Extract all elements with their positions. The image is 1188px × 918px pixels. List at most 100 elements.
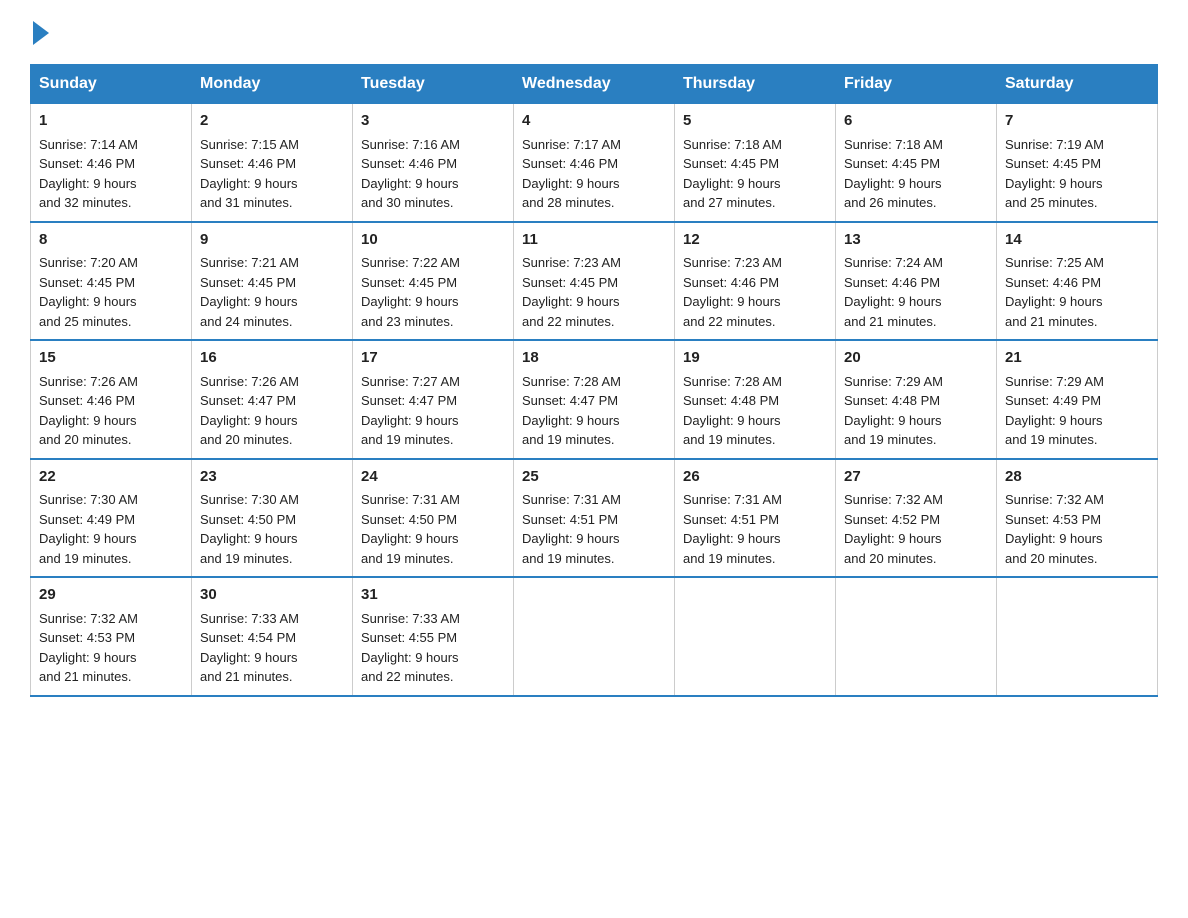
header-sunday: Sunday (31, 65, 192, 104)
day-info: Sunrise: 7:32 AMSunset: 4:52 PMDaylight:… (844, 492, 943, 566)
day-number: 16 (200, 347, 344, 370)
day-number: 31 (361, 584, 505, 607)
day-number: 29 (39, 584, 183, 607)
day-info: Sunrise: 7:22 AMSunset: 4:45 PMDaylight:… (361, 255, 460, 329)
calendar-week-row: 22 Sunrise: 7:30 AMSunset: 4:49 PMDayligh… (31, 459, 1158, 578)
day-info: Sunrise: 7:30 AMSunset: 4:49 PMDaylight:… (39, 492, 138, 566)
day-info: Sunrise: 7:25 AMSunset: 4:46 PMDaylight:… (1005, 255, 1104, 329)
day-number: 20 (844, 347, 988, 370)
day-info: Sunrise: 7:29 AMSunset: 4:49 PMDaylight:… (1005, 374, 1104, 448)
day-info: Sunrise: 7:17 AMSunset: 4:46 PMDaylight:… (522, 137, 621, 211)
day-info: Sunrise: 7:31 AMSunset: 4:50 PMDaylight:… (361, 492, 460, 566)
day-number: 28 (1005, 466, 1149, 489)
day-number: 23 (200, 466, 344, 489)
day-info: Sunrise: 7:16 AMSunset: 4:46 PMDaylight:… (361, 137, 460, 211)
day-info: Sunrise: 7:21 AMSunset: 4:45 PMDaylight:… (200, 255, 299, 329)
day-number: 25 (522, 466, 666, 489)
day-number: 10 (361, 229, 505, 252)
day-info: Sunrise: 7:29 AMSunset: 4:48 PMDaylight:… (844, 374, 943, 448)
day-number: 13 (844, 229, 988, 252)
day-number: 7 (1005, 110, 1149, 133)
calendar-week-row: 8 Sunrise: 7:20 AMSunset: 4:45 PMDaylight… (31, 222, 1158, 341)
day-number: 18 (522, 347, 666, 370)
day-number: 12 (683, 229, 827, 252)
calendar-cell: 14 Sunrise: 7:25 AMSunset: 4:46 PMDayligh… (997, 222, 1158, 341)
day-info: Sunrise: 7:33 AMSunset: 4:54 PMDaylight:… (200, 611, 299, 685)
day-number: 27 (844, 466, 988, 489)
calendar-cell: 20 Sunrise: 7:29 AMSunset: 4:48 PMDayligh… (836, 340, 997, 459)
calendar-cell: 5 Sunrise: 7:18 AMSunset: 4:45 PMDaylight… (675, 104, 836, 222)
header-friday: Friday (836, 65, 997, 104)
day-info: Sunrise: 7:20 AMSunset: 4:45 PMDaylight:… (39, 255, 138, 329)
calendar-table: SundayMondayTuesdayWednesdayThursdayFrid… (30, 64, 1158, 697)
day-info: Sunrise: 7:28 AMSunset: 4:47 PMDaylight:… (522, 374, 621, 448)
day-info: Sunrise: 7:15 AMSunset: 4:46 PMDaylight:… (200, 137, 299, 211)
header-wednesday: Wednesday (514, 65, 675, 104)
day-number: 1 (39, 110, 183, 133)
calendar-week-row: 1 Sunrise: 7:14 AMSunset: 4:46 PMDaylight… (31, 104, 1158, 222)
day-info: Sunrise: 7:23 AMSunset: 4:46 PMDaylight:… (683, 255, 782, 329)
calendar-cell: 8 Sunrise: 7:20 AMSunset: 4:45 PMDaylight… (31, 222, 192, 341)
day-number: 30 (200, 584, 344, 607)
calendar-cell: 3 Sunrise: 7:16 AMSunset: 4:46 PMDaylight… (353, 104, 514, 222)
header-thursday: Thursday (675, 65, 836, 104)
calendar-cell: 26 Sunrise: 7:31 AMSunset: 4:51 PMDayligh… (675, 459, 836, 578)
day-info: Sunrise: 7:31 AMSunset: 4:51 PMDaylight:… (683, 492, 782, 566)
calendar-cell: 23 Sunrise: 7:30 AMSunset: 4:50 PMDayligh… (192, 459, 353, 578)
page-header (30, 20, 1158, 44)
day-info: Sunrise: 7:31 AMSunset: 4:51 PMDaylight:… (522, 492, 621, 566)
calendar-cell (997, 577, 1158, 696)
day-info: Sunrise: 7:30 AMSunset: 4:50 PMDaylight:… (200, 492, 299, 566)
day-number: 22 (39, 466, 183, 489)
calendar-cell: 28 Sunrise: 7:32 AMSunset: 4:53 PMDayligh… (997, 459, 1158, 578)
calendar-cell: 19Sunrise: 7:28 AMSunset: 4:48 PMDayligh… (675, 340, 836, 459)
header-saturday: Saturday (997, 65, 1158, 104)
day-info: Sunrise: 7:33 AMSunset: 4:55 PMDaylight:… (361, 611, 460, 685)
calendar-cell: 13 Sunrise: 7:24 AMSunset: 4:46 PMDayligh… (836, 222, 997, 341)
day-number: 2 (200, 110, 344, 133)
calendar-cell: 2 Sunrise: 7:15 AMSunset: 4:46 PMDaylight… (192, 104, 353, 222)
calendar-cell: 18 Sunrise: 7:28 AMSunset: 4:47 PMDayligh… (514, 340, 675, 459)
day-number: 15 (39, 347, 183, 370)
day-info: Sunrise: 7:14 AMSunset: 4:46 PMDaylight:… (39, 137, 138, 211)
calendar-cell (514, 577, 675, 696)
calendar-week-row: 15 Sunrise: 7:26 AMSunset: 4:46 PMDayligh… (31, 340, 1158, 459)
day-info: Sunrise: 7:32 AMSunset: 4:53 PMDaylight:… (1005, 492, 1104, 566)
day-number: 5 (683, 110, 827, 133)
day-number: 19 (683, 347, 827, 370)
calendar-cell: 11Sunrise: 7:23 AMSunset: 4:45 PMDayligh… (514, 222, 675, 341)
day-number: 6 (844, 110, 988, 133)
logo (30, 20, 49, 44)
day-info: Sunrise: 7:27 AMSunset: 4:47 PMDaylight:… (361, 374, 460, 448)
calendar-cell: 10 Sunrise: 7:22 AMSunset: 4:45 PMDayligh… (353, 222, 514, 341)
calendar-cell: 22 Sunrise: 7:30 AMSunset: 4:49 PMDayligh… (31, 459, 192, 578)
day-info: Sunrise: 7:18 AMSunset: 4:45 PMDaylight:… (683, 137, 782, 211)
day-info: Sunrise: 7:32 AMSunset: 4:53 PMDaylight:… (39, 611, 138, 685)
logo-chevron-icon (33, 21, 49, 45)
day-info: Sunrise: 7:18 AMSunset: 4:45 PMDaylight:… (844, 137, 943, 211)
day-number: 26 (683, 466, 827, 489)
day-info: Sunrise: 7:19 AMSunset: 4:45 PMDaylight:… (1005, 137, 1104, 211)
calendar-cell: 1 Sunrise: 7:14 AMSunset: 4:46 PMDaylight… (31, 104, 192, 222)
calendar-cell: 15 Sunrise: 7:26 AMSunset: 4:46 PMDayligh… (31, 340, 192, 459)
day-info: Sunrise: 7:26 AMSunset: 4:47 PMDaylight:… (200, 374, 299, 448)
calendar-cell: 24 Sunrise: 7:31 AMSunset: 4:50 PMDayligh… (353, 459, 514, 578)
calendar-cell (675, 577, 836, 696)
calendar-week-row: 29 Sunrise: 7:32 AMSunset: 4:53 PMDayligh… (31, 577, 1158, 696)
day-info: Sunrise: 7:24 AMSunset: 4:46 PMDaylight:… (844, 255, 943, 329)
calendar-cell: 4 Sunrise: 7:17 AMSunset: 4:46 PMDaylight… (514, 104, 675, 222)
calendar-cell: 6 Sunrise: 7:18 AMSunset: 4:45 PMDaylight… (836, 104, 997, 222)
calendar-header-row: SundayMondayTuesdayWednesdayThursdayFrid… (31, 65, 1158, 104)
day-number: 21 (1005, 347, 1149, 370)
day-number: 14 (1005, 229, 1149, 252)
day-info: Sunrise: 7:26 AMSunset: 4:46 PMDaylight:… (39, 374, 138, 448)
day-number: 24 (361, 466, 505, 489)
calendar-cell: 30 Sunrise: 7:33 AMSunset: 4:54 PMDayligh… (192, 577, 353, 696)
calendar-cell: 16 Sunrise: 7:26 AMSunset: 4:47 PMDayligh… (192, 340, 353, 459)
day-number: 17 (361, 347, 505, 370)
day-number: 8 (39, 229, 183, 252)
calendar-cell: 9Sunrise: 7:21 AMSunset: 4:45 PMDaylight… (192, 222, 353, 341)
day-number: 3 (361, 110, 505, 133)
calendar-cell: 21 Sunrise: 7:29 AMSunset: 4:49 PMDayligh… (997, 340, 1158, 459)
day-number: 4 (522, 110, 666, 133)
